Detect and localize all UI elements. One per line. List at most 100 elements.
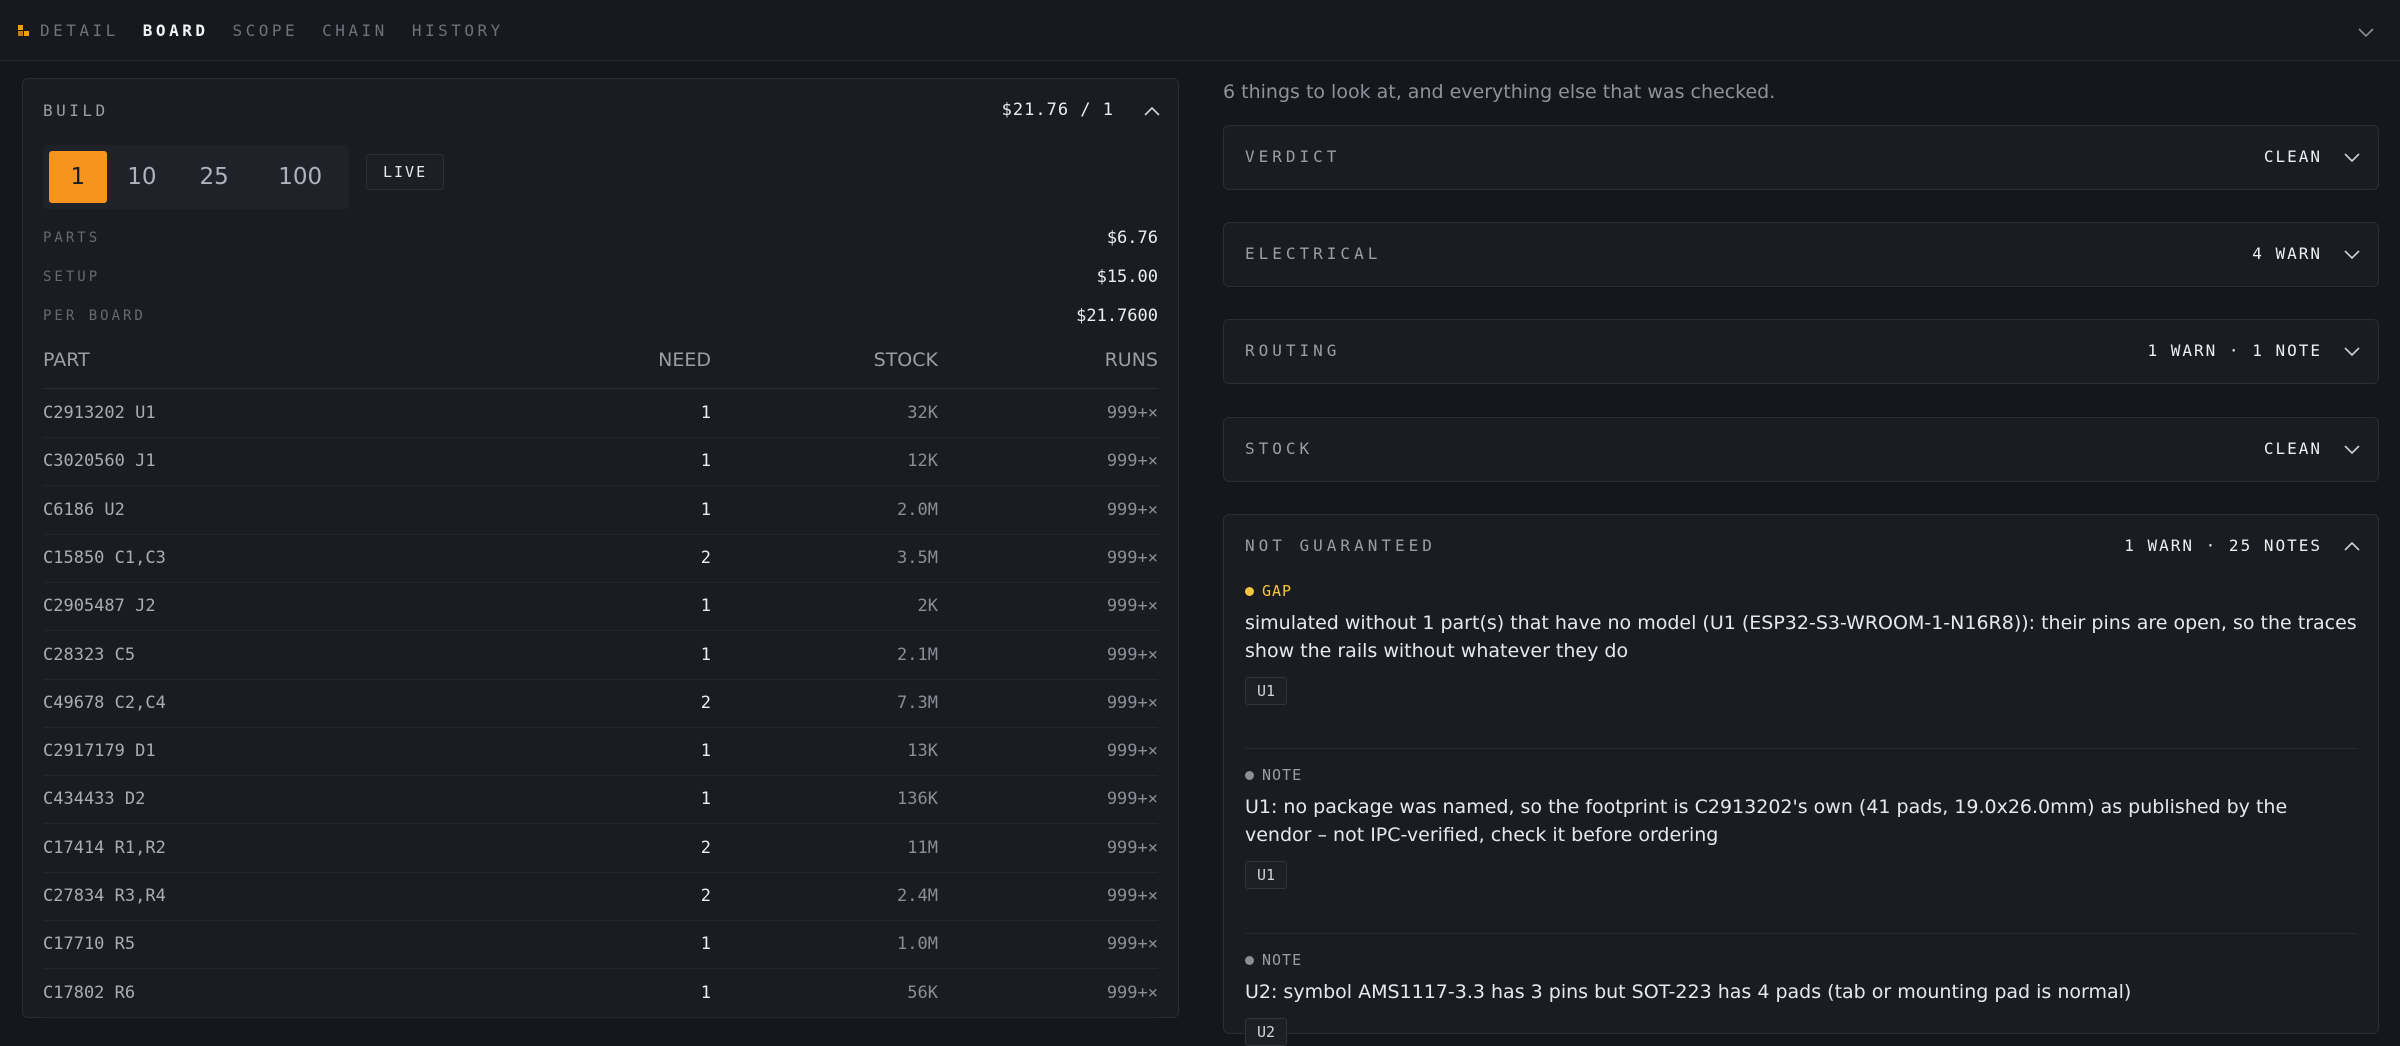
cell-need: 1: [700, 644, 711, 665]
section-status: 1 WARN · 1 NOTE: [2147, 341, 2322, 360]
component-ref-chip[interactable]: U1: [1245, 861, 1288, 889]
cell-runs: 999+×: [1106, 499, 1158, 520]
table-row[interactable]: C49678 C2,C4 2 7.3M 999+×: [43, 680, 1158, 728]
chevron-down-icon[interactable]: [2356, 22, 2376, 42]
quantity-option-100[interactable]: 100: [251, 151, 349, 203]
quantity-option-1[interactable]: 1: [49, 151, 107, 203]
table-row[interactable]: C28323 C5 1 2.1M 999+×: [43, 632, 1158, 680]
chevron-down-icon[interactable]: [2342, 147, 2362, 167]
logo-icon: [18, 25, 29, 36]
table-row[interactable]: C17802 R6 1 56K 999+×: [43, 970, 1158, 1018]
cell-stock: 3.5M: [897, 547, 938, 568]
cell-runs: 999+×: [1106, 451, 1158, 472]
live-button[interactable]: LIVE: [366, 154, 445, 190]
section-title: ROUTING: [1245, 341, 1341, 360]
section-status: 1 WARN · 25 NOTES: [2124, 536, 2322, 555]
chevron-down-icon[interactable]: [2342, 341, 2362, 361]
top-nav: DETAIL BOARD SCOPE CHAIN HISTORY: [0, 0, 2400, 61]
summary-label: PARTS: [43, 230, 101, 246]
cell-need: 2: [700, 692, 711, 713]
section-routing: ROUTING 1 WARN · 1 NOTE: [1223, 319, 2379, 384]
quantity-option-10[interactable]: 10: [107, 151, 177, 203]
parts-table-header: PART NEED STOCK RUNS: [43, 349, 1158, 389]
summary-value: $21.7600: [1076, 306, 1158, 326]
summary-label: SETUP: [43, 269, 101, 285]
cell-need: 1: [700, 741, 711, 762]
cell-runs: 999+×: [1106, 789, 1158, 810]
cell-need: 1: [700, 789, 711, 810]
divider: [1245, 933, 2357, 934]
quantity-option-25[interactable]: 25: [177, 151, 251, 203]
table-row[interactable]: C27834 R3,R4 2 2.4M 999+×: [43, 873, 1158, 921]
cell-part: C17710 R5: [43, 934, 136, 955]
cell-stock: 1.0M: [897, 934, 938, 955]
cell-stock: 13K: [907, 741, 938, 762]
table-row[interactable]: C3020560 J1 1 12K 999+×: [43, 438, 1158, 487]
finding-text: U1: no package was named, so the footpri…: [1245, 796, 2288, 846]
section-stock: STOCK CLEAN: [1223, 417, 2379, 482]
quantity-selector: 1 10 25 100: [43, 145, 349, 209]
summary-row-per-board: PER BOARD $21.7600: [43, 305, 1158, 329]
status-dot-icon: [1245, 955, 1254, 965]
finding-kind: GAP: [1245, 582, 2357, 600]
review-subtitle: 6 things to look at, and everything else…: [1223, 81, 1776, 103]
tab-detail[interactable]: DETAIL: [40, 21, 119, 40]
table-row[interactable]: C17414 R1,R2 2 11M 999+×: [43, 825, 1158, 873]
cell-part: C6186 U2: [43, 499, 125, 520]
build-total: $21.76 / 1: [1001, 100, 1114, 120]
section-title: ELECTRICAL: [1245, 244, 1382, 263]
table-row[interactable]: C2917179 D1 1 13K 999+×: [43, 728, 1158, 777]
section-verdict: VERDICT CLEAN: [1223, 125, 2379, 190]
cell-stock: 2.4M: [897, 886, 938, 906]
summary-value: $15.00: [1096, 267, 1158, 287]
tab-bar: DETAIL BOARD SCOPE CHAIN HISTORY: [40, 0, 528, 61]
section-title: STOCK: [1245, 439, 1314, 458]
tab-scope[interactable]: SCOPE: [232, 21, 298, 40]
finding-gap: GAP simulated without 1 part(s) that have…: [1245, 582, 2357, 705]
cell-need: 2: [700, 547, 711, 568]
tab-history[interactable]: HISTORY: [412, 21, 504, 40]
component-ref-chip[interactable]: U2: [1245, 1018, 1288, 1046]
cell-runs: 999+×: [1106, 596, 1158, 617]
chevron-up-icon[interactable]: [2342, 536, 2362, 556]
cell-runs: 999+×: [1106, 741, 1158, 762]
status-dot-icon: [1245, 770, 1254, 780]
finding-kind: NOTE: [1245, 766, 2357, 784]
section-status: 4 WARN: [2252, 244, 2322, 263]
component-ref-chip[interactable]: U1: [1245, 677, 1288, 705]
table-row[interactable]: C17710 R5 1 1.0M 999+×: [43, 921, 1158, 970]
cell-part: C27834 R3,R4: [43, 886, 166, 906]
table-row[interactable]: C15850 C1,C3 2 3.5M 999+×: [43, 535, 1158, 583]
cell-runs: 999+×: [1106, 547, 1158, 568]
cell-part: C17414 R1,R2: [43, 837, 166, 858]
summary-row-setup: SETUP $15.00: [43, 266, 1158, 290]
column-header-runs[interactable]: RUNS: [1105, 349, 1158, 371]
section-title: NOT GUARANTEED: [1245, 536, 1436, 555]
table-row[interactable]: C6186 U2 1 2.0M 999+×: [43, 487, 1158, 535]
finding-kind-label: GAP: [1262, 582, 1293, 600]
cell-stock: 56K: [907, 982, 938, 1003]
column-header-part[interactable]: PART: [43, 349, 90, 371]
tab-board[interactable]: BOARD: [143, 21, 209, 40]
section-not-guaranteed: NOT GUARANTEED 1 WARN · 25 NOTES GAP simula…: [1223, 514, 2379, 1046]
cell-stock: 32K: [907, 403, 938, 423]
cell-runs: 999+×: [1106, 934, 1158, 955]
chevron-up-icon[interactable]: [1142, 101, 1162, 121]
tab-chain[interactable]: CHAIN: [322, 21, 388, 40]
cell-need: 1: [700, 596, 711, 617]
table-row[interactable]: C2905487 J2 1 2K 999+×: [43, 583, 1158, 632]
cell-part: C28323 C5: [43, 644, 136, 665]
chevron-down-icon[interactable]: [2342, 439, 2362, 459]
cell-part: C2913202 U1: [43, 403, 156, 423]
cell-part: C2917179 D1: [43, 741, 156, 762]
cell-stock: 136K: [897, 789, 938, 810]
status-dot-icon: [1245, 586, 1254, 596]
build-title: BUILD: [43, 101, 109, 120]
table-row[interactable]: C2913202 U1 1 32K 999+×: [43, 390, 1158, 438]
table-row[interactable]: C434433 D2 1 136K 999+×: [43, 776, 1158, 825]
chevron-down-icon[interactable]: [2342, 244, 2362, 264]
cell-part: C49678 C2,C4: [43, 692, 166, 713]
build-panel: BUILD $21.76 / 1 1 10 25 100 LIVE PARTS $6.7…: [22, 78, 1179, 1018]
column-header-need[interactable]: NEED: [658, 349, 711, 371]
column-header-stock[interactable]: STOCK: [874, 349, 938, 371]
